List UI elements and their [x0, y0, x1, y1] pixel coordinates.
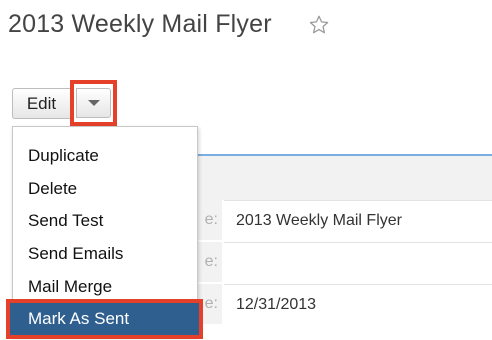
page-title: 2013 Weekly Mail Flyer	[8, 10, 272, 38]
star-icon[interactable]	[308, 14, 330, 36]
actions-dropdown-button[interactable]	[70, 80, 117, 126]
menu-item-mark-as-sent[interactable]: Mark As Sent	[6, 299, 203, 339]
menu-item-duplicate[interactable]: Duplicate	[13, 139, 197, 172]
field-value: 12/31/2013	[224, 284, 492, 324]
field-row-date: e: 12/31/2013	[190, 284, 492, 324]
field-row-name: e: 2013 Weekly Mail Flyer	[190, 200, 492, 240]
field-row-empty: e:	[190, 242, 492, 282]
field-value	[224, 242, 492, 282]
menu-item-send-emails[interactable]: Send Emails	[13, 237, 197, 270]
field-value: 2013 Weekly Mail Flyer	[224, 200, 492, 240]
edit-button[interactable]: Edit	[12, 88, 70, 119]
actions-dropdown-menu: Duplicate Delete Send Test Send Emails M…	[6, 126, 203, 339]
menu-item-delete[interactable]: Delete	[13, 172, 197, 205]
panel-header	[190, 156, 492, 200]
chevron-down-icon	[88, 100, 100, 106]
menu-item-send-test[interactable]: Send Test	[13, 204, 197, 237]
dropdown-toggle-face[interactable]	[76, 88, 111, 118]
